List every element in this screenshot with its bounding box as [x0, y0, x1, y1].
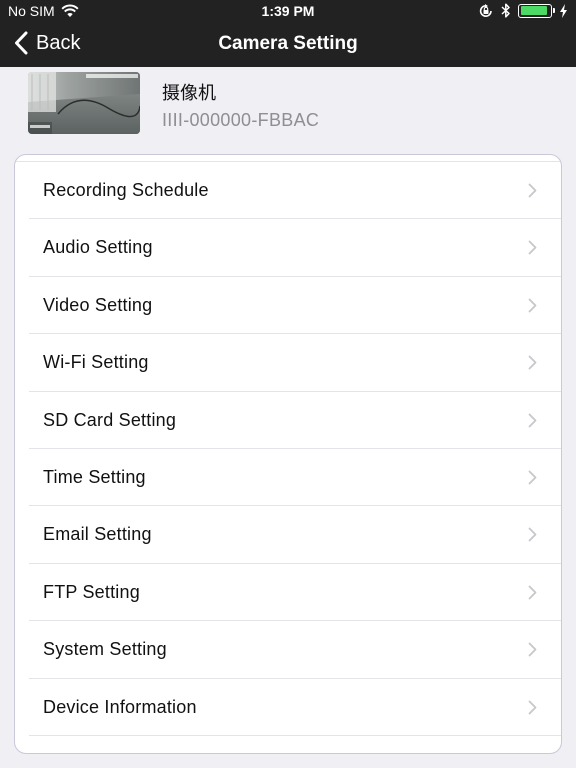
settings-item-sd-card-setting[interactable]: SD Card Setting: [29, 392, 561, 449]
bluetooth-icon: [501, 3, 510, 18]
battery-level-fill: [520, 6, 547, 15]
camera-name: 摄像机: [162, 83, 216, 103]
settings-item-wifi-setting[interactable]: Wi-Fi Setting: [29, 334, 561, 392]
settings-item-label: Email Setting: [43, 524, 152, 545]
chevron-right-icon: [528, 700, 537, 714]
chevron-right-icon: [528, 527, 537, 542]
orientation-lock-icon: [479, 3, 492, 17]
settings-item-label: Recording Schedule: [43, 180, 209, 200]
chevron-right-icon: [528, 183, 537, 198]
chevron-right-icon: [528, 355, 537, 370]
status-bar-right: [478, 3, 568, 18]
settings-item-label: SD Card Setting: [43, 409, 177, 430]
chevron-right-icon: [528, 298, 537, 313]
settings-item-label: Wi-Fi Setting: [43, 352, 149, 373]
camera-preview-image: [28, 72, 140, 134]
settings-item-time-setting[interactable]: Time Setting: [29, 449, 561, 507]
chevron-right-icon: [528, 585, 537, 600]
settings-item-device-information[interactable]: Device Information: [29, 679, 561, 736]
settings-item-label: Video Setting: [43, 294, 153, 315]
settings-item-label: System Setting: [43, 639, 167, 660]
page-title: Camera Setting: [218, 33, 358, 54]
charging-bolt-icon: [560, 3, 567, 18]
camera-header: 摄像机 IIII-000000-FBBAC: [0, 67, 576, 145]
settings-item-recording-schedule[interactable]: Recording Schedule: [29, 162, 561, 220]
settings-item-audio-setting[interactable]: Audio Setting: [29, 219, 561, 277]
camera-preview-thumbnail[interactable]: [28, 72, 140, 134]
status-bar: No SIM 1:39 PM: [0, 0, 576, 22]
settings-item-ftp-setting[interactable]: FTP Setting: [29, 564, 561, 622]
chevron-right-icon: [528, 642, 537, 657]
settings-item-label: Time Setting: [43, 466, 146, 487]
camera-device-id: IIII-000000-FBBAC: [162, 110, 320, 130]
settings-item-email-setting[interactable]: Email Setting: [29, 506, 561, 564]
chevron-right-icon: [528, 413, 537, 427]
navigation-bar: Back Camera Setting: [0, 22, 576, 67]
battery-icon: [518, 3, 555, 18]
settings-card: Recording Schedule Audio Setting Video S…: [14, 154, 562, 754]
settings-item-label: Audio Setting: [43, 237, 153, 258]
settings-item-label: Device Information: [43, 696, 197, 717]
chevron-right-icon: [528, 470, 537, 485]
settings-list: Recording Schedule Audio Setting Video S…: [15, 161, 561, 736]
settings-item-video-setting[interactable]: Video Setting: [29, 277, 561, 335]
settings-item-system-setting[interactable]: System Setting: [29, 621, 561, 679]
chevron-right-icon: [528, 240, 537, 255]
settings-item-label: FTP Setting: [43, 581, 140, 602]
